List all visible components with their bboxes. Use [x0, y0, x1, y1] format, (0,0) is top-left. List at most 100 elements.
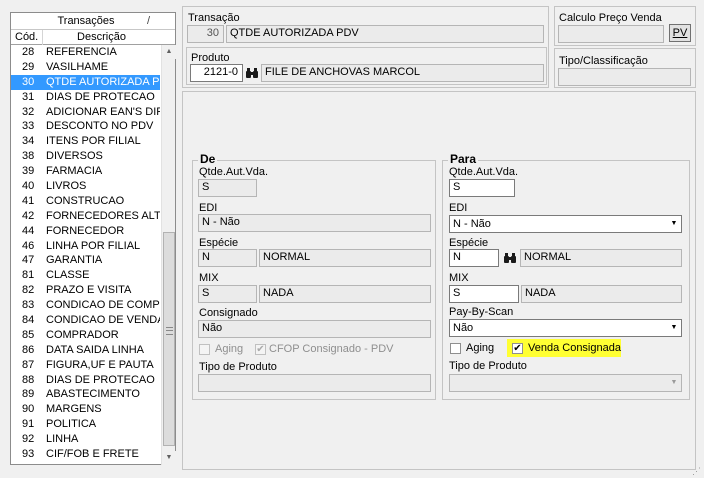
- list-item-description: PRAZO E VISITA: [46, 284, 132, 297]
- para-mix-name-field: NADA: [521, 285, 682, 303]
- list-item[interactable]: 39 FARMACIA: [11, 164, 160, 179]
- list-item-code: 31: [22, 90, 35, 103]
- list-item-description: DIAS DE PROTECAO: [46, 90, 155, 103]
- para-edi-select[interactable]: N - Não ▼: [449, 215, 682, 233]
- transacao-code-field[interactable]: 30: [187, 25, 224, 43]
- de-aging-checkbox[interactable]: [199, 344, 210, 355]
- para-venda-consignada-checkbox[interactable]: ✔: [512, 343, 523, 354]
- list-item[interactable]: 28 REFERENCIA: [11, 45, 160, 60]
- transactions-list[interactable]: Transações / Cód. Descrição 28 REFERENCIA…: [10, 12, 176, 465]
- list-item-description: FORNECEDOR: [46, 224, 125, 237]
- list-item-code: 92: [22, 433, 35, 446]
- de-aging-label: Aging: [215, 343, 244, 355]
- column-header-description[interactable]: Descrição: [43, 30, 160, 45]
- list-item-description: ITENS POR FILIAL: [46, 135, 141, 148]
- de-edi-label: EDI: [199, 202, 218, 214]
- list-item[interactable]: 29 VASILHAME: [11, 60, 160, 75]
- list-item[interactable]: 91 POLITICA: [11, 417, 160, 432]
- tipo-classificacao-label: Tipo/Classificação: [559, 55, 648, 67]
- list-item[interactable]: 42 FORNECEDORES ALTERNA: [11, 209, 160, 224]
- para-pay-by-scan-select[interactable]: Não ▼: [449, 319, 682, 337]
- chevron-down-icon[interactable]: ▼: [667, 375, 681, 391]
- list-item-description: MARGENS: [46, 403, 102, 416]
- list-item-code: 88: [22, 373, 35, 386]
- para-edi-value: N - Não: [453, 218, 491, 230]
- para-especie-code-field[interactable]: N: [449, 249, 499, 267]
- para-especie-name-field: NORMAL: [520, 249, 682, 267]
- list-item-code: 38: [22, 150, 35, 163]
- de-cfop-checkbox[interactable]: ✔: [255, 344, 266, 355]
- list-item-description: DATA SAIDA LINHA: [46, 343, 145, 356]
- produto-label: Produto: [191, 52, 230, 64]
- list-item-code: 42: [22, 209, 35, 222]
- list-item[interactable]: 30 QTDE AUTORIZADA PDV: [11, 74, 160, 90]
- para-mix-code-field[interactable]: S: [449, 285, 519, 303]
- scroll-up-icon[interactable]: ▲: [162, 45, 176, 59]
- list-item[interactable]: 40 LIVROS: [11, 179, 160, 194]
- list-item[interactable]: 85 COMPRADOR: [11, 328, 160, 343]
- list-item-code: 28: [22, 46, 35, 58]
- list-item[interactable]: 44 FORNECEDOR: [11, 224, 160, 239]
- list-rows: 28 REFERENCIA 29 VASILHAME 30 QTDE AUTORIZADA…: [11, 45, 160, 465]
- list-item-description: DIVERSOS: [46, 150, 103, 163]
- list-item[interactable]: 82 PRAZO E VISITA: [11, 283, 160, 298]
- chevron-down-icon[interactable]: ▼: [667, 216, 681, 232]
- list-item[interactable]: 38 DIVERSOS: [11, 149, 160, 164]
- para-tipo-produto-select[interactable]: ▼: [449, 374, 682, 392]
- list-item[interactable]: 47 GARANTIA: [11, 253, 160, 268]
- de-mix-label: MIX: [199, 272, 219, 284]
- list-item-description: VASILHAME: [46, 60, 109, 73]
- list-item[interactable]: 81 CLASSE: [11, 268, 160, 283]
- list-item[interactable]: 93 CIF/FOB E FRETE: [11, 447, 160, 462]
- para-aging-label: Aging: [466, 342, 495, 354]
- list-item-description: ADICIONAR EAN'S DIFEREN: [46, 105, 160, 118]
- de-especie-code-field: N: [198, 249, 257, 267]
- list-item-code: 87: [22, 358, 35, 371]
- list-item[interactable]: 33 DESCONTO NO PDV: [11, 119, 160, 134]
- para-title: Para: [448, 152, 479, 166]
- list-item[interactable]: 32 ADICIONAR EAN'S DIFEREN: [11, 105, 160, 120]
- calculo-label: Calculo Preço Venda: [559, 12, 662, 24]
- resize-grip-icon[interactable]: ⋰: [692, 466, 702, 476]
- list-item[interactable]: 46 LINHA POR FILIAL: [11, 239, 160, 254]
- de-qtde-field: S: [198, 179, 257, 197]
- list-item[interactable]: 41 CONSTRUCAO: [11, 194, 160, 209]
- list-item[interactable]: 86 DATA SAIDA LINHA: [11, 343, 160, 358]
- binoculars-icon[interactable]: [245, 67, 259, 79]
- list-item[interactable]: 88 DIAS DE PROTECAO: [11, 373, 160, 388]
- transactions-list-title: Transações /: [11, 13, 175, 30]
- list-item[interactable]: 34 ITENS POR FILIAL: [11, 134, 160, 149]
- list-item-code: 32: [22, 105, 35, 118]
- list-item-description: LINHA POR FILIAL: [46, 239, 141, 252]
- list-item-description: CLASSE: [46, 269, 90, 282]
- scroll-down-icon[interactable]: ▼: [162, 451, 176, 465]
- list-item[interactable]: 83 CONDICAO DE COMPRA: [11, 298, 160, 313]
- list-header: Cód. Descrição: [11, 30, 175, 45]
- column-header-code[interactable]: Cód.: [11, 30, 43, 45]
- list-scrollbar[interactable]: ▲ ▼: [161, 45, 176, 465]
- list-item-description: POLITICA: [46, 418, 97, 431]
- transaction-product-panel: Transação 30 QTDE AUTORIZADA PDV Produto…: [182, 6, 549, 88]
- para-qtde-field[interactable]: S: [449, 179, 515, 197]
- list-item[interactable]: 31 DIAS DE PROTECAO: [11, 90, 160, 105]
- list-item[interactable]: 87 FIGURA,UF E PAUTA: [11, 358, 160, 373]
- de-consignado-label: Consignado: [199, 307, 258, 319]
- produto-code-field[interactable]: 2121-0: [190, 64, 243, 82]
- list-item[interactable]: 84 CONDICAO DE VENDA: [11, 313, 160, 328]
- de-title: De: [198, 152, 218, 166]
- pv-button[interactable]: PV: [669, 24, 691, 42]
- scrollbar-thumb[interactable]: [163, 232, 175, 446]
- list-item-code: 39: [22, 165, 35, 178]
- binoculars-icon[interactable]: [503, 252, 517, 264]
- list-item-description: ABASTECIMENTO: [46, 388, 140, 401]
- para-aging-checkbox[interactable]: [450, 343, 461, 354]
- list-item-code: 34: [22, 135, 35, 148]
- para-edi-label: EDI: [449, 202, 468, 214]
- para-tipo-produto-label: Tipo de Produto: [449, 360, 527, 372]
- de-tipo-produto-label: Tipo de Produto: [199, 361, 277, 373]
- list-item[interactable]: 92 LINHA: [11, 432, 160, 447]
- list-item[interactable]: 89 ABASTECIMENTO: [11, 387, 160, 402]
- list-item[interactable]: 90 MARGENS: [11, 402, 160, 417]
- list-item-code: 85: [22, 328, 35, 341]
- chevron-down-icon[interactable]: ▼: [667, 320, 681, 336]
